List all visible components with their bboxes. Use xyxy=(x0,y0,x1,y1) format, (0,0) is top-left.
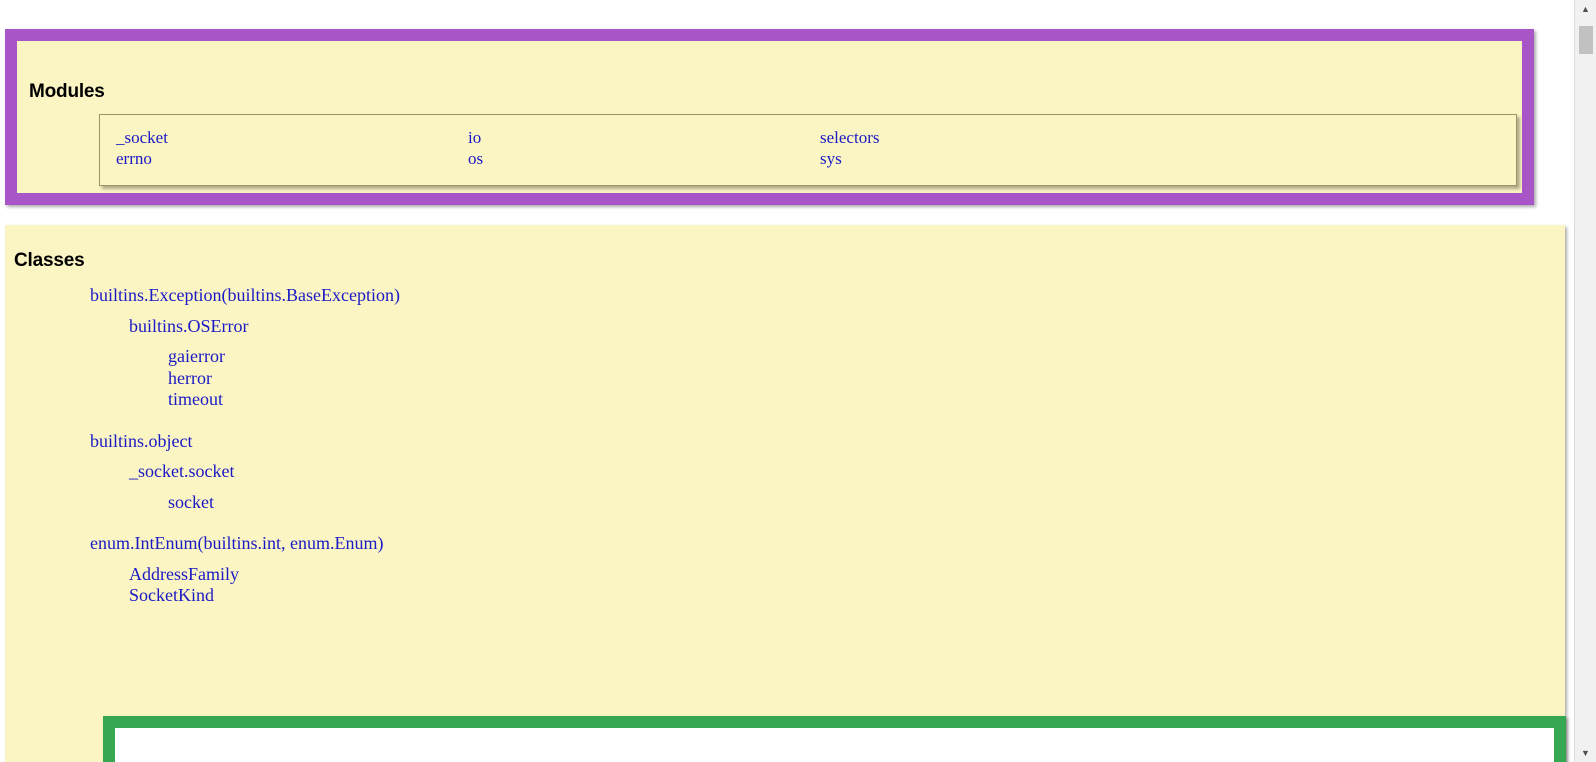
scroll-down-arrow-icon[interactable]: ▼ xyxy=(1575,744,1596,762)
module-link-selectors[interactable]: selectors xyxy=(820,127,1172,148)
scrollbar-thumb[interactable] xyxy=(1579,26,1593,54)
scroll-up-arrow-icon[interactable]: ▲ xyxy=(1575,0,1596,18)
class-hierarchy-tree: builtins.Exception(builtins.BaseExceptio… xyxy=(5,285,1565,607)
class-link-gaierror[interactable]: gaierror xyxy=(5,346,1565,368)
class-link-herror[interactable]: herror xyxy=(5,368,1565,390)
chevron-up-icon: ▲ xyxy=(1581,3,1590,14)
vertical-scrollbar[interactable]: ▲ ▼ xyxy=(1574,0,1596,762)
modules-highlight-box: Modules _socket errno io os selectors sy… xyxy=(5,29,1534,205)
chevron-down-icon: ▼ xyxy=(1581,747,1590,758)
module-link-os[interactable]: os xyxy=(468,148,820,169)
class-detail-highlight-box xyxy=(103,716,1566,762)
class-detail-panel xyxy=(115,728,1554,762)
module-link-io[interactable]: io xyxy=(468,127,820,148)
modules-column: selectors sys xyxy=(820,127,1172,169)
classes-section-title: Classes xyxy=(14,250,85,271)
class-link-socket[interactable]: socket xyxy=(5,492,1565,514)
class-link-builtins-oserror[interactable]: builtins.OSError xyxy=(5,316,1565,338)
module-link-_socket[interactable]: _socket xyxy=(116,127,468,148)
module-link-sys[interactable]: sys xyxy=(820,148,1172,169)
class-link-_socket-socket[interactable]: _socket.socket xyxy=(5,461,1565,483)
class-link-builtins-exception[interactable]: builtins.Exception(builtins.BaseExceptio… xyxy=(5,285,1565,307)
modules-column: io os xyxy=(468,127,820,169)
class-link-timeout[interactable]: timeout xyxy=(5,389,1565,411)
class-link-builtins-object[interactable]: builtins.object xyxy=(5,431,1565,453)
modules-section-title: Modules xyxy=(29,81,105,102)
modules-section: Modules _socket errno io os selectors sy… xyxy=(17,41,1522,193)
page-viewport: Modules _socket errno io os selectors sy… xyxy=(0,0,1574,762)
classes-section: Classes builtins.Exception(builtins.Base… xyxy=(5,225,1565,762)
modules-column: _socket errno xyxy=(116,127,468,169)
module-link-errno[interactable]: errno xyxy=(116,148,468,169)
class-link-socketkind[interactable]: SocketKind xyxy=(5,585,1565,607)
modules-table: _socket errno io os selectors sys xyxy=(99,114,1517,186)
class-link-enum-intenum[interactable]: enum.IntEnum(builtins.int, enum.Enum) xyxy=(5,533,1565,555)
class-link-addressfamily[interactable]: AddressFamily xyxy=(5,564,1565,586)
